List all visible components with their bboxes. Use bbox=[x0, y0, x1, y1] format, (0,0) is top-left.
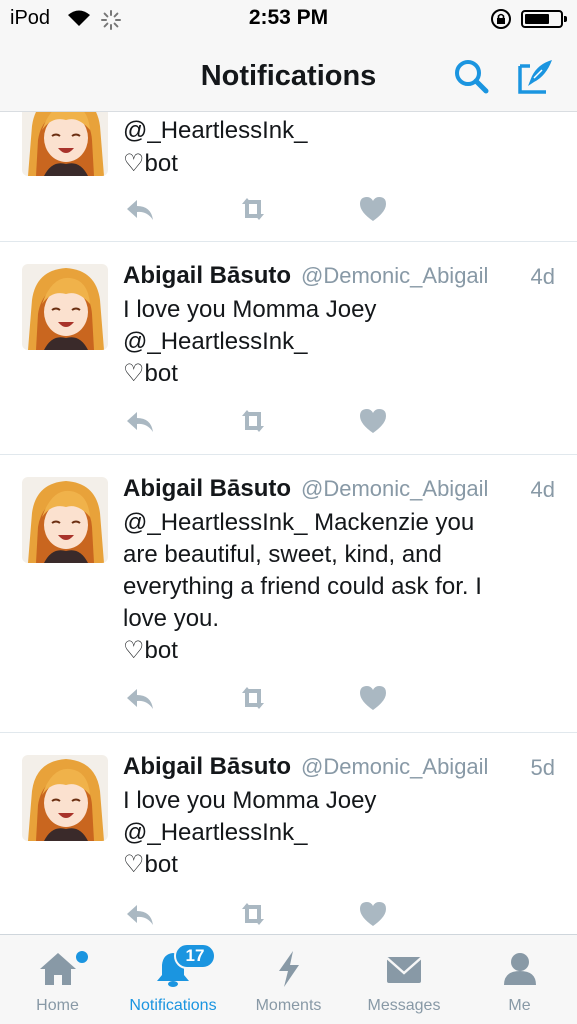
tweet-header: Abigail Bāsuto @Demonic_Abigail bbox=[123, 753, 488, 783]
tweet-text-line: ♡bot bbox=[123, 360, 178, 387]
tweet-text-line: love you. bbox=[123, 605, 220, 632]
rotation-lock-icon bbox=[491, 9, 511, 29]
avatar[interactable] bbox=[22, 112, 108, 176]
tweet-timestamp: 5d bbox=[530, 755, 555, 780]
tweet-text-line: I love you Momma Joey bbox=[123, 296, 377, 323]
status-bar: iPod 2:53 PM bbox=[0, 0, 577, 38]
author-handle[interactable]: @Demonic_Abigail bbox=[301, 754, 488, 779]
tweet-actions bbox=[123, 194, 423, 224]
notifications-feed[interactable]: @_HeartlessInk_ ♡bot Abigail Bāsuto @Demo… bbox=[0, 112, 577, 934]
reply-icon[interactable] bbox=[123, 683, 157, 713]
tweet-text-line: everything a friend could ask for. I bbox=[123, 573, 482, 600]
like-icon[interactable] bbox=[356, 683, 390, 713]
tweet-timestamp: 4d bbox=[530, 477, 555, 502]
tweet[interactable]: Abigail Bāsuto @Demonic_Abigail 4d I love… bbox=[0, 242, 577, 455]
author-name[interactable]: Abigail Bāsuto bbox=[123, 262, 291, 289]
home-icon bbox=[39, 953, 76, 985]
tweet-header: Abigail Bāsuto @Demonic_Abigail bbox=[123, 475, 488, 505]
author-handle[interactable]: @Demonic_Abigail bbox=[301, 476, 488, 501]
tab-label: Notifications bbox=[129, 997, 217, 1014]
tweet-text-line: are beautiful, sweet, kind, and bbox=[123, 541, 442, 568]
envelope-icon bbox=[386, 957, 422, 983]
tweet-text-line: @_HeartlessInk_ bbox=[123, 117, 308, 144]
tab-label: Messages bbox=[367, 997, 441, 1014]
tweet-header: Abigail Bāsuto @Demonic_Abigail bbox=[123, 262, 488, 292]
tab-messages[interactable]: Messages bbox=[346, 935, 462, 1024]
retweet-icon[interactable] bbox=[236, 899, 270, 929]
person-icon bbox=[503, 953, 536, 985]
tab-moments[interactable]: Moments bbox=[231, 935, 346, 1024]
tweet-text-line: @_HeartlessInk_ bbox=[123, 328, 308, 355]
tweet-actions bbox=[123, 899, 423, 929]
battery-icon bbox=[521, 10, 567, 28]
retweet-icon[interactable] bbox=[236, 683, 270, 713]
compose-tweet-icon[interactable] bbox=[516, 56, 556, 96]
retweet-icon[interactable] bbox=[236, 194, 270, 224]
tab-label: Home bbox=[36, 997, 79, 1014]
tweet-text-line: @_HeartlessInk_ Mackenzie you bbox=[123, 509, 475, 536]
reply-icon[interactable] bbox=[123, 406, 157, 436]
tweet-text-line: @_HeartlessInk_ bbox=[123, 819, 308, 846]
lightning-icon bbox=[278, 951, 299, 987]
author-name[interactable]: Abigail Bāsuto bbox=[123, 475, 291, 502]
navigation-bar: Notifications bbox=[0, 38, 577, 112]
tab-label: Moments bbox=[255, 997, 322, 1014]
avatar[interactable] bbox=[22, 755, 108, 841]
tweet-actions bbox=[123, 683, 423, 713]
tab-bar: Home Notifications 17 Moments Messages M… bbox=[0, 934, 577, 1024]
tab-home[interactable]: Home bbox=[0, 935, 115, 1024]
tweet[interactable]: Abigail Bāsuto @Demonic_Abigail 5d I love… bbox=[0, 733, 577, 934]
like-icon[interactable] bbox=[356, 406, 390, 436]
tab-label: Me bbox=[508, 997, 531, 1014]
tweet-text-line: ♡bot bbox=[123, 851, 178, 878]
tweet-timestamp: 4d bbox=[530, 264, 555, 289]
tweet[interactable]: @_HeartlessInk_ ♡bot bbox=[0, 112, 577, 242]
tab-me[interactable]: Me bbox=[462, 935, 577, 1024]
author-handle[interactable]: @Demonic_Abigail bbox=[301, 263, 488, 288]
like-icon[interactable] bbox=[356, 194, 390, 224]
notification-count-badge: 17 bbox=[174, 943, 216, 969]
reply-icon[interactable] bbox=[123, 899, 157, 929]
tweet[interactable]: Abigail Bāsuto @Demonic_Abigail 4d @_Hear… bbox=[0, 455, 577, 733]
tweet-actions bbox=[123, 406, 423, 436]
tweet-text-line: ♡bot bbox=[123, 150, 178, 177]
tweet-text-line: I love you Momma Joey bbox=[123, 787, 377, 814]
like-icon[interactable] bbox=[356, 899, 390, 929]
reply-icon[interactable] bbox=[123, 194, 157, 224]
author-name[interactable]: Abigail Bāsuto bbox=[123, 753, 291, 780]
avatar[interactable] bbox=[22, 477, 108, 563]
retweet-icon[interactable] bbox=[236, 406, 270, 436]
new-content-dot bbox=[76, 951, 88, 963]
tweet-text-line: ♡bot bbox=[123, 637, 178, 664]
avatar[interactable] bbox=[22, 264, 108, 350]
search-icon[interactable] bbox=[451, 56, 491, 96]
